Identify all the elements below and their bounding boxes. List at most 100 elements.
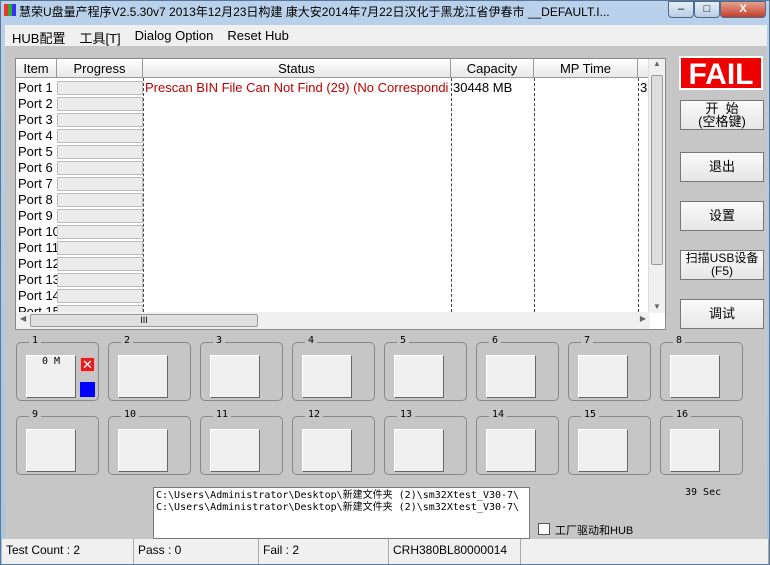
port-button[interactable]: [302, 355, 352, 398]
debug-button[interactable]: 调试: [680, 299, 764, 329]
log-box[interactable]: C:\Users\Administrator\Desktop\新建文件夹 (2)…: [153, 487, 530, 539]
port-button[interactable]: [670, 355, 720, 398]
port-group: 2: [108, 335, 191, 401]
scan-usb-button[interactable]: 扫描USB设备 (F5): [680, 250, 764, 280]
port-name: Port 1: [18, 80, 53, 95]
pass-count: Pass : 0: [134, 539, 259, 564]
table-row[interactable]: Port 14: [16, 288, 656, 304]
port-name: Port 7: [18, 176, 53, 191]
port-button[interactable]: [486, 429, 536, 472]
status-extra: [521, 539, 769, 564]
app-window: 慧荣U盘量产程序V2.5.30v7 2013年12月23日构建 康大安2014年…: [0, 0, 770, 565]
minimize-button[interactable]: –: [668, 1, 694, 18]
port-group: 11: [200, 409, 283, 475]
port-number: 10: [121, 409, 140, 420]
port-name: Port 9: [18, 208, 53, 223]
port-button[interactable]: [578, 429, 628, 472]
horizontal-scrollbar[interactable]: ◀ III ▶: [16, 312, 650, 329]
port-number: 1: [29, 335, 42, 346]
table-row[interactable]: Port 13: [16, 272, 656, 288]
table-row[interactable]: Port 3: [16, 112, 656, 128]
port-button[interactable]: [302, 429, 352, 472]
port-button[interactable]: [26, 429, 76, 472]
col-progress[interactable]: Progress: [57, 59, 143, 78]
port-name: Port 3: [18, 112, 53, 127]
maximize-button[interactable]: □: [694, 1, 720, 18]
port-group: 14: [476, 409, 559, 475]
settings-button[interactable]: 设置: [680, 201, 764, 231]
table-row[interactable]: Port 5: [16, 144, 656, 160]
col-mp-time[interactable]: MP Time: [534, 59, 638, 78]
start-button[interactable]: 开 始 (空格键): [680, 100, 764, 130]
port-group: 9: [16, 409, 99, 475]
port-capacity: 0 M: [41, 356, 61, 367]
port-list[interactable]: Item Progress Status Capacity MP Time Po…: [15, 58, 666, 330]
menu-dialog-option[interactable]: Dialog Option: [128, 25, 221, 46]
port-button[interactable]: [394, 355, 444, 398]
port-number: 3: [213, 335, 226, 346]
port-name: Port 8: [18, 192, 53, 207]
col-divider: [534, 78, 535, 312]
app-icon: [4, 4, 16, 16]
port-number: 2: [121, 335, 134, 346]
table-row[interactable]: Port 10: [16, 224, 656, 240]
port-button[interactable]: 0 M: [26, 355, 76, 398]
vertical-scrollbar[interactable]: ▲ ▼: [648, 59, 665, 313]
port-name: Port 10: [18, 224, 58, 239]
window-title: 慧荣U盘量产程序V2.5.30v7 2013年12月23日构建 康大安2014年…: [19, 5, 610, 19]
progress-bar: [57, 145, 143, 159]
port-button[interactable]: [118, 429, 168, 472]
progress-bar: [57, 257, 143, 271]
progress-bar: [57, 129, 143, 143]
port-number: 15: [581, 409, 600, 420]
capacity-cell: 30448 MB: [453, 80, 513, 95]
table-row[interactable]: Port 11: [16, 240, 656, 256]
port-group: 15: [568, 409, 651, 475]
port-number: 8: [673, 335, 686, 346]
port-button[interactable]: [118, 355, 168, 398]
table-row[interactable]: Port 7: [16, 176, 656, 192]
close-button[interactable]: X: [720, 1, 766, 18]
port-name: Port 5: [18, 144, 53, 159]
timer: 39 Sec: [685, 487, 722, 498]
status-cell: Prescan BIN File Can Not Find (29) (No C…: [145, 80, 449, 95]
table-row[interactable]: Port 1 Prescan BIN File Can Not Find (29)…: [16, 80, 656, 96]
log-line: C:\Users\Administrator\Desktop\新建文件夹 (2)…: [156, 502, 520, 513]
table-row[interactable]: Port 2: [16, 96, 656, 112]
port-number: 7: [581, 335, 594, 346]
progress-bar: [57, 193, 143, 207]
table-row[interactable]: Port 9: [16, 208, 656, 224]
port-name: Port 12: [18, 256, 58, 271]
extra-cell: 3: [640, 80, 648, 95]
progress-bar: [57, 161, 143, 175]
menu-hub-config[interactable]: HUB配置: [5, 25, 72, 46]
port-button[interactable]: [486, 355, 536, 398]
progress-bar: [57, 97, 143, 111]
port-number: 5: [397, 335, 410, 346]
port-group: 3: [200, 335, 283, 401]
port-button[interactable]: [210, 429, 260, 472]
port-button[interactable]: [210, 355, 260, 398]
port-group: 10: [108, 409, 191, 475]
menu-reset-hub[interactable]: Reset Hub: [220, 25, 295, 46]
col-capacity[interactable]: Capacity: [451, 59, 534, 78]
port-button[interactable]: [670, 429, 720, 472]
status-led-icon: [80, 382, 95, 397]
port-name: Port 13: [18, 272, 58, 287]
port-button[interactable]: [578, 355, 628, 398]
exit-button[interactable]: 退出: [680, 152, 764, 182]
port-name: Port 14: [18, 288, 58, 303]
menu-bar: HUB配置 工具[T] Dialog Option Reset Hub: [5, 25, 767, 46]
col-status[interactable]: Status: [143, 59, 451, 78]
table-row[interactable]: Port 12: [16, 256, 656, 272]
col-item[interactable]: Item: [16, 59, 57, 78]
table-row[interactable]: Port 4: [16, 128, 656, 144]
menu-tools[interactable]: 工具[T]: [72, 25, 127, 46]
factory-checkbox[interactable]: [538, 523, 550, 535]
port-button[interactable]: [394, 429, 444, 472]
table-row[interactable]: Port 6: [16, 160, 656, 176]
col-divider: [143, 78, 144, 312]
table-row[interactable]: Port 8: [16, 192, 656, 208]
port-number: 4: [305, 335, 318, 346]
port-group: 8: [660, 335, 743, 401]
